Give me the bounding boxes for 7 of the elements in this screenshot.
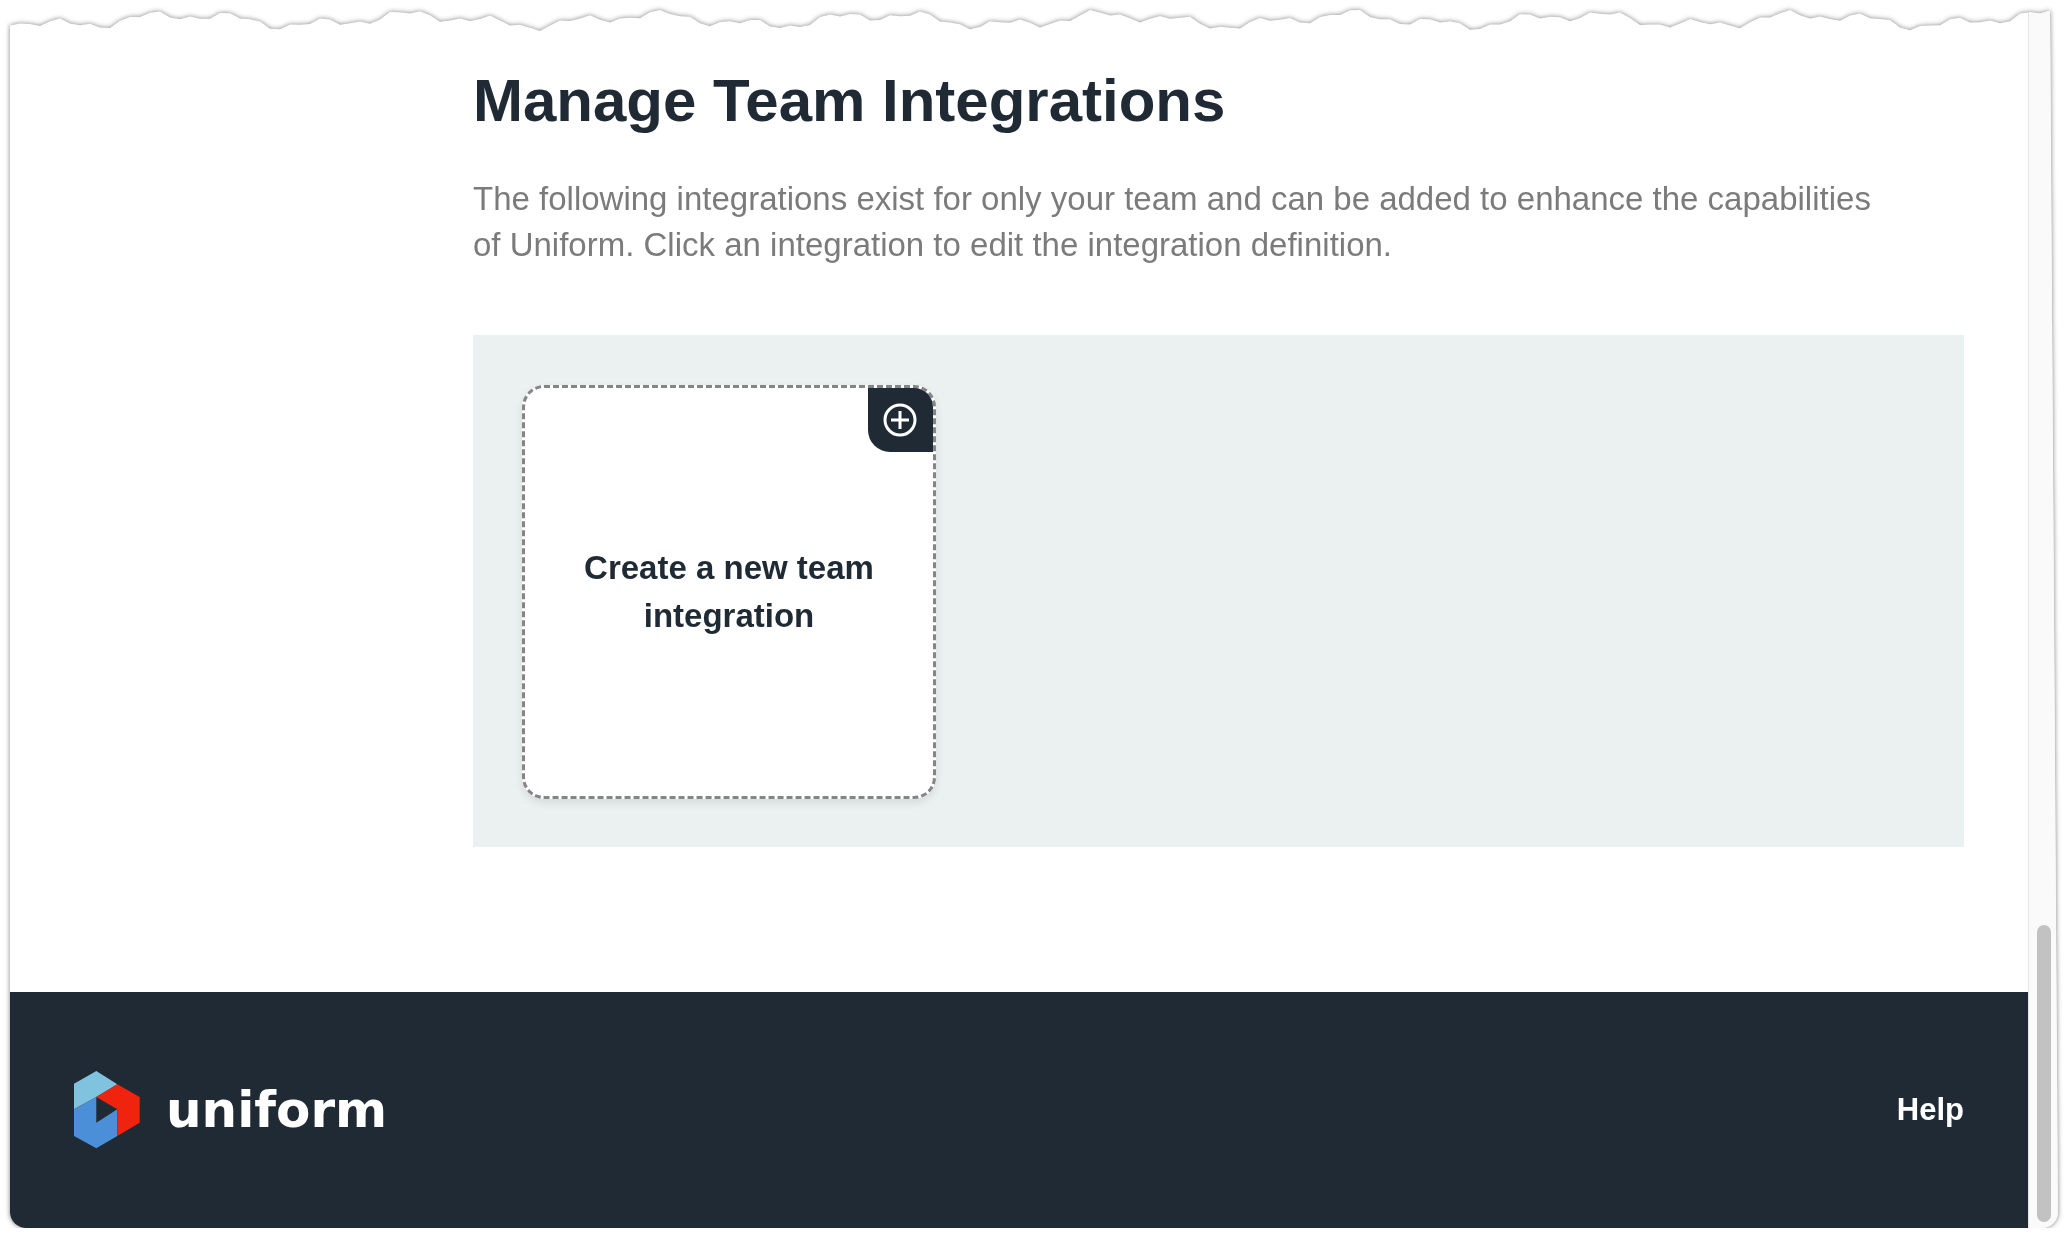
new-integration-card[interactable]: Create a new team integration	[522, 385, 936, 799]
page-description: The following integrations exist for only your team and can be added to enhance the capabilities of Uniform. Click an integration to edit the integration definition.	[473, 179, 1872, 265]
hexagon-logo-icon	[74, 1071, 140, 1149]
scrollbar-thumb[interactable]	[2036, 925, 2051, 1222]
brand-wordmark: uniform	[166, 1080, 388, 1140]
page-title: Manage Team Integrations	[473, 66, 1227, 136]
help-link[interactable]: Help	[1896, 1090, 1964, 1130]
